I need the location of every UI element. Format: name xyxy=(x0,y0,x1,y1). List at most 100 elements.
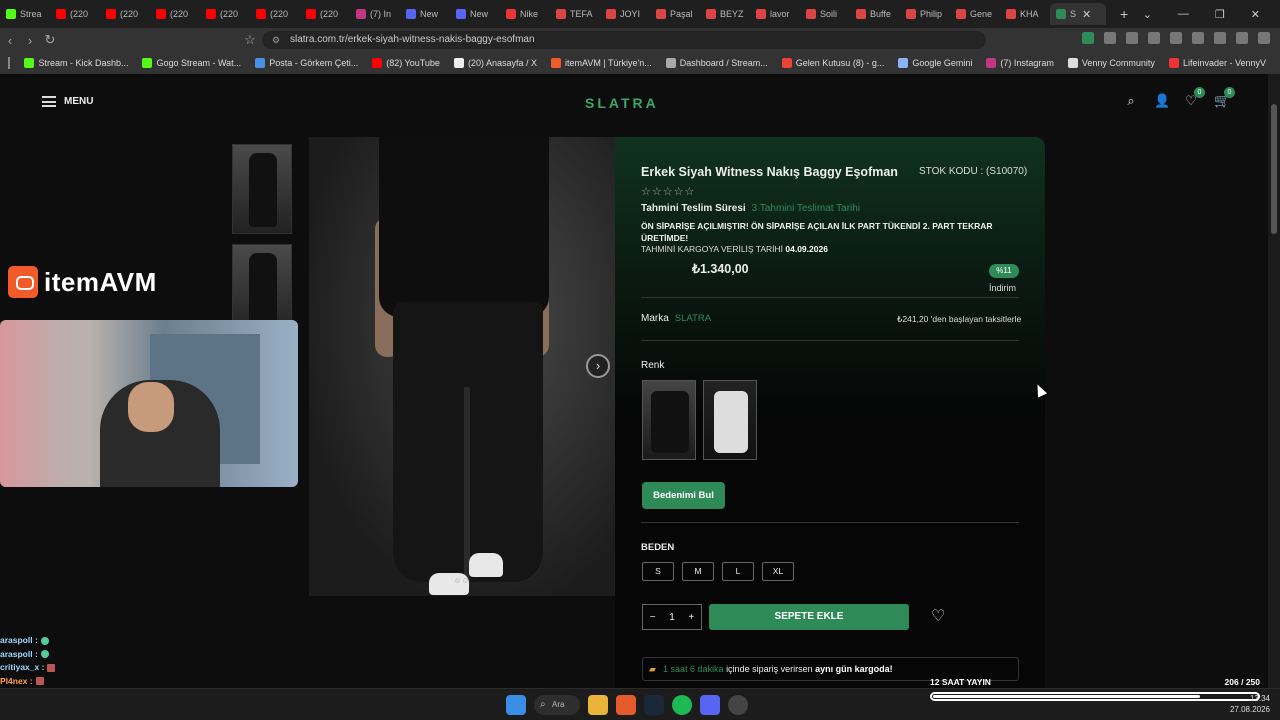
maximize-button[interactable]: ❐ xyxy=(1215,8,1225,21)
browser-tab[interactable]: New xyxy=(450,3,500,25)
browser-tab[interactable]: (220 xyxy=(200,3,250,25)
bookmark-item[interactable]: Stream - Kick Dashb... xyxy=(24,58,128,68)
bookmark-item[interactable]: Google Gemini xyxy=(898,58,972,68)
extension-icon[interactable] xyxy=(1236,32,1248,44)
new-tab-button[interactable]: + xyxy=(1120,6,1128,22)
extension-icon[interactable] xyxy=(1170,32,1182,44)
bookmark-star-icon[interactable]: ☆ xyxy=(240,32,260,48)
add-to-wishlist-icon[interactable]: ♡ xyxy=(931,606,945,626)
browser-tab[interactable]: New xyxy=(400,3,450,25)
size-option[interactable]: M xyxy=(682,562,714,581)
decrease-button[interactable]: − xyxy=(650,612,656,623)
add-to-cart-button[interactable]: SEPETE EKLE xyxy=(709,604,909,630)
discord-icon[interactable] xyxy=(700,695,720,715)
color-swatch-white[interactable] xyxy=(703,380,757,460)
bookmark-item[interactable]: Dashboard / Stream... xyxy=(665,58,768,68)
browser-tab[interactable]: TEFA xyxy=(550,3,600,25)
extension-icon[interactable] xyxy=(1192,32,1204,44)
wishlist-count-badge: 0 xyxy=(1194,87,1205,98)
extension-icon[interactable] xyxy=(1104,32,1116,44)
browser-tab[interactable]: lavor xyxy=(750,3,800,25)
browser-menu-icon[interactable] xyxy=(1258,32,1270,44)
user-icon[interactable]: 👤 xyxy=(1154,94,1170,108)
next-image-button[interactable]: › xyxy=(586,354,610,378)
itemavm-bag-icon xyxy=(8,266,38,298)
browser-tab[interactable]: (220 xyxy=(100,3,150,25)
color-swatch-black[interactable] xyxy=(642,380,696,460)
page-scrollbar[interactable] xyxy=(1268,74,1280,688)
taskbar-search[interactable]: Ara xyxy=(534,695,580,715)
menu-button[interactable]: MENU xyxy=(42,96,93,107)
browser-tab[interactable]: (220 xyxy=(300,3,350,25)
apps-grid-icon[interactable] xyxy=(8,57,11,69)
extension-icon[interactable] xyxy=(1214,32,1226,44)
search-icon[interactable]: ⌕ xyxy=(1124,94,1138,108)
forward-icon[interactable]: › xyxy=(20,33,40,48)
brave-browser-icon[interactable] xyxy=(616,695,636,715)
tab-active[interactable]: S ✕ xyxy=(1050,3,1106,25)
bookmark-label: Gelen Kutusu (8) - g... xyxy=(795,58,885,68)
size-option[interactable]: XL xyxy=(762,562,794,581)
close-window-button[interactable]: ✕ xyxy=(1251,8,1260,21)
tab-search-icon[interactable]: ⌄ xyxy=(1143,8,1152,21)
bookmark-item[interactable]: itemAVM | Türkiye'n... xyxy=(550,58,652,68)
bookmark-item[interactable]: Posta - Görkem Çeti... xyxy=(255,58,358,68)
back-icon[interactable]: ‹ xyxy=(0,33,20,48)
bookmark-label: Stream - Kick Dashb... xyxy=(38,58,129,68)
rating-stars[interactable]: ☆☆☆☆☆ xyxy=(641,185,695,198)
browser-tab[interactable]: JOYI xyxy=(600,3,650,25)
system-clock[interactable]: 13:34 27.08.2026 xyxy=(1230,693,1270,715)
browser-tab[interactable]: (220 xyxy=(250,3,300,25)
extension-icon[interactable] xyxy=(1148,32,1160,44)
spotify-icon[interactable] xyxy=(672,695,692,715)
site-info-icon[interactable]: ⚙ xyxy=(272,31,280,49)
browser-tab[interactable]: Paşal xyxy=(650,3,700,25)
obs-icon[interactable] xyxy=(728,695,748,715)
bookmark-item[interactable]: Gelen Kutusu (8) - g... xyxy=(781,58,885,68)
browser-tab[interactable]: KHA xyxy=(1000,3,1050,25)
size-option[interactable]: L xyxy=(722,562,754,581)
bookmark-item[interactable]: (20) Anasayfa / X xyxy=(453,58,537,68)
product-info-panel: Erkek Siyah Witness Nakış Baggy Eşofman … xyxy=(615,137,1045,688)
url-field[interactable]: ⚙ slatra.com.tr/erkek-siyah-witness-naki… xyxy=(262,31,986,49)
quantity-value[interactable]: 1 xyxy=(669,612,675,623)
extension-icon[interactable] xyxy=(1126,32,1138,44)
brand-link[interactable]: SLATRA xyxy=(675,313,711,324)
browser-tab[interactable]: (220 xyxy=(50,3,100,25)
browser-tab[interactable]: Gene xyxy=(950,3,1000,25)
bookmark-item[interactable]: Gogo Stream - Wat... xyxy=(142,58,241,68)
pagination-dot[interactable] xyxy=(463,578,468,583)
bookmark-item[interactable]: Lifeinvader - VennyV xyxy=(1168,58,1266,68)
browser-tab[interactable]: BEYZ xyxy=(700,3,750,25)
product-thumbnail[interactable] xyxy=(232,144,292,234)
reload-icon[interactable]: ↻ xyxy=(40,32,60,48)
site-logo[interactable]: SLATRA xyxy=(585,95,659,111)
pagination-dot[interactable] xyxy=(455,578,460,583)
increase-button[interactable]: + xyxy=(688,612,694,623)
browser-tab[interactable]: Strea xyxy=(0,3,50,25)
product-main-image[interactable]: › xyxy=(309,137,615,596)
bookmark-label: (82) YouTube xyxy=(386,58,440,68)
extension-icon[interactable] xyxy=(1082,32,1094,44)
browser-tab[interactable]: (220 xyxy=(150,3,200,25)
minimize-button[interactable]: — xyxy=(1178,8,1189,20)
size-option[interactable]: S xyxy=(642,562,674,581)
windows-start-icon[interactable] xyxy=(506,695,526,715)
file-explorer-icon[interactable] xyxy=(588,695,608,715)
bookmark-item[interactable]: Venny Community xyxy=(1067,58,1155,68)
close-tab-icon[interactable]: ✕ xyxy=(1082,8,1091,21)
find-size-button[interactable]: Bedenimi Bul xyxy=(642,482,725,509)
browser-tab[interactable]: Philip xyxy=(900,3,950,25)
steam-icon[interactable] xyxy=(644,695,664,715)
bookmark-item[interactable]: (7) Instagram xyxy=(986,58,1054,68)
installment-info[interactable]: ₺241,20 'den başlayan taksitlerle xyxy=(897,314,1021,325)
cart-icon[interactable]: 🛒 0 xyxy=(1214,87,1235,108)
browser-tab[interactable]: (7) In xyxy=(350,3,400,25)
bookmark-item[interactable]: (82) YouTube xyxy=(372,58,440,68)
browser-tab[interactable]: Buffe xyxy=(850,3,900,25)
browser-tab[interactable]: Nike xyxy=(500,3,550,25)
scroll-thumb[interactable] xyxy=(1271,104,1277,234)
browser-tab[interactable]: Soili xyxy=(800,3,850,25)
wishlist-icon[interactable]: ♡ 0 xyxy=(1184,87,1205,108)
chat-emote-icon xyxy=(35,677,44,686)
